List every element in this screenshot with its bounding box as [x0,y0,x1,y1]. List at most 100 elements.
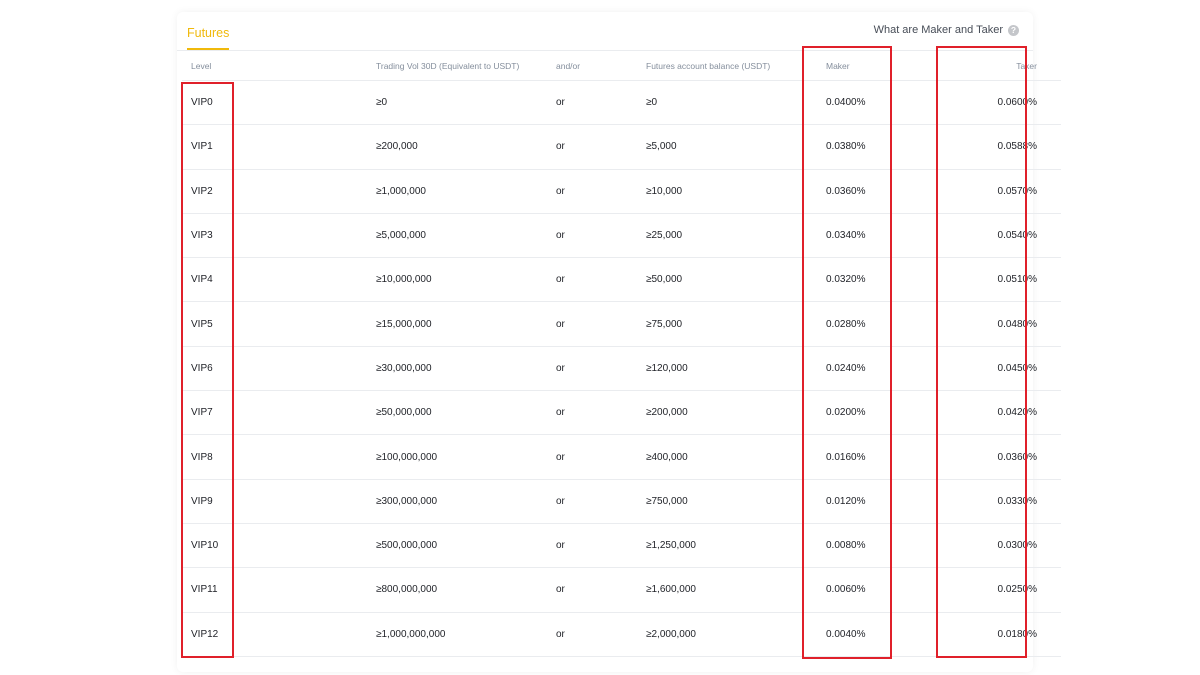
cell-and-or: or [556,523,646,569]
cell-maker-fee: 0.0380% [826,124,946,170]
tab-futures[interactable]: Futures [187,26,230,50]
table-row: VIP10 ≥500,000,000 or ≥1,250,000 0.0080% 0.03… [182,523,1061,569]
table-row: VIP4 ≥10,000,000 or ≥50,000 0.0320% 0.0510% [182,257,1061,303]
cell-account-balance: ≥0 [646,80,826,126]
cell-level: VIP2 [182,169,376,214]
cell-and-or: or [556,257,646,303]
cell-trading-volume: ≥200,000 [376,124,556,170]
cell-maker-fee: 0.0240% [826,346,946,392]
table-row: VIP6 ≥30,000,000 or ≥120,000 0.0240% 0.0450% [182,346,1061,392]
maker-taker-help-link[interactable]: What are Maker and Taker ? [874,24,1019,36]
cell-account-balance: ≥200,000 [646,390,826,436]
cell-level: VIP0 [182,80,376,126]
header-level: Level [182,51,376,81]
table-row: VIP8 ≥100,000,000 or ≥400,000 0.0160% 0.0360% [182,434,1061,480]
cell-taker-fee: 0.0540% [946,213,1061,259]
cell-taker-fee: 0.0588% [946,124,1061,170]
cell-maker-fee: 0.0400% [826,80,946,126]
cell-account-balance: ≥5,000 [646,124,826,170]
header-trading-volume: Trading Vol 30D (Equivalent to USDT) [376,51,556,81]
table-row: VIP7 ≥50,000,000 or ≥200,000 0.0200% 0.0420% [182,390,1061,436]
cell-trading-volume: ≥100,000,000 [376,434,556,480]
cell-level: VIP6 [182,346,376,392]
table-row: VIP9 ≥300,000,000 or ≥750,000 0.0120% 0.0330% [182,479,1061,524]
cell-taker-fee: 0.0420% [946,390,1061,436]
cell-level: VIP7 [182,390,376,436]
cell-taker-fee: 0.0180% [946,612,1061,657]
cell-level: VIP10 [182,523,376,569]
cell-and-or: or [556,567,646,613]
cell-trading-volume: ≥50,000,000 [376,390,556,436]
cell-and-or: or [556,434,646,480]
cell-maker-fee: 0.0060% [826,567,946,613]
cell-and-or: or [556,213,646,259]
cell-trading-volume: ≥15,000,000 [376,301,556,347]
cell-account-balance: ≥120,000 [646,346,826,392]
cell-trading-volume: ≥0 [376,80,556,126]
cell-level: VIP11 [182,567,376,613]
table-row: VIP5 ≥15,000,000 or ≥75,000 0.0280% 0.0480% [182,301,1061,347]
help-link-label: What are Maker and Taker [873,24,1003,36]
cell-account-balance: ≥50,000 [646,257,826,303]
header-taker: Taker [946,51,1061,81]
header-and-or: and/or [556,51,646,81]
vip-fee-table: Level Trading Vol 30D (Equivalent to USD… [182,51,1061,657]
cell-account-balance: ≥1,600,000 [646,567,826,613]
cell-taker-fee: 0.0480% [946,301,1061,347]
cell-level: VIP3 [182,213,376,259]
header-maker: Maker [826,51,946,81]
cell-taker-fee: 0.0330% [946,479,1061,524]
cell-taker-fee: 0.0300% [946,523,1061,569]
cell-account-balance: ≥2,000,000 [646,612,826,657]
cell-maker-fee: 0.0080% [826,523,946,569]
cell-account-balance: ≥10,000 [646,169,826,214]
table-row: VIP11 ≥800,000,000 or ≥1,600,000 0.0060% 0.02… [182,567,1061,613]
cell-taker-fee: 0.0510% [946,257,1061,303]
cell-trading-volume: ≥1,000,000,000 [376,612,556,657]
cell-level: VIP1 [182,124,376,170]
table-row: VIP0 ≥0 or ≥0 0.0400% 0.0600% [182,80,1061,126]
cell-account-balance: ≥25,000 [646,213,826,259]
cell-and-or: or [556,80,646,126]
cell-level: VIP4 [182,257,376,303]
cell-level: VIP5 [182,301,376,347]
cell-and-or: or [556,390,646,436]
cell-maker-fee: 0.0160% [826,434,946,480]
fee-rate-card: Futures What are Maker and Taker ? Level… [177,12,1061,672]
table-row: VIP2 ≥1,000,000 or ≥10,000 0.0360% 0.0570% [182,169,1061,214]
table-row: VIP12 ≥1,000,000,000 or ≥2,000,000 0.0040% 0.… [182,612,1061,657]
cell-trading-volume: ≥500,000,000 [376,523,556,569]
cell-maker-fee: 0.0320% [826,257,946,303]
cell-level: VIP9 [182,479,376,524]
table-body: VIP0 ≥0 or ≥0 0.0400% 0.0600% VIP1 ≥200,000 or ≥5… [182,80,1061,657]
cell-level: VIP8 [182,434,376,480]
cell-maker-fee: 0.0120% [826,479,946,524]
table-header-row: Level Trading Vol 30D (Equivalent to USD… [182,51,1061,81]
cell-account-balance: ≥75,000 [646,301,826,347]
cell-taker-fee: 0.0450% [946,346,1061,392]
header-account-balance: Futures account balance (USDT) [646,51,826,81]
cell-taker-fee: 0.0570% [946,169,1061,214]
cell-trading-volume: ≥30,000,000 [376,346,556,392]
cell-trading-volume: ≥300,000,000 [376,479,556,524]
cell-account-balance: ≥750,000 [646,479,826,524]
table-row: VIP3 ≥5,000,000 or ≥25,000 0.0340% 0.0540% [182,213,1061,259]
cell-trading-volume: ≥1,000,000 [376,169,556,214]
cell-trading-volume: ≥5,000,000 [376,213,556,259]
cell-and-or: or [556,479,646,524]
cell-trading-volume: ≥800,000,000 [376,567,556,613]
cell-taker-fee: 0.0360% [946,434,1061,480]
cell-taker-fee: 0.0250% [946,567,1061,613]
cell-taker-fee: 0.0600% [946,80,1061,126]
tab-bar: Futures What are Maker and Taker ? [177,12,1033,51]
cell-maker-fee: 0.0280% [826,301,946,347]
cell-and-or: or [556,346,646,392]
cell-account-balance: ≥1,250,000 [646,523,826,569]
cell-and-or: or [556,169,646,214]
cell-maker-fee: 0.0040% [826,612,946,657]
cell-maker-fee: 0.0340% [826,213,946,259]
cell-and-or: or [556,612,646,657]
question-circle-icon: ? [1008,24,1019,36]
cell-and-or: or [556,301,646,347]
cell-maker-fee: 0.0200% [826,390,946,436]
